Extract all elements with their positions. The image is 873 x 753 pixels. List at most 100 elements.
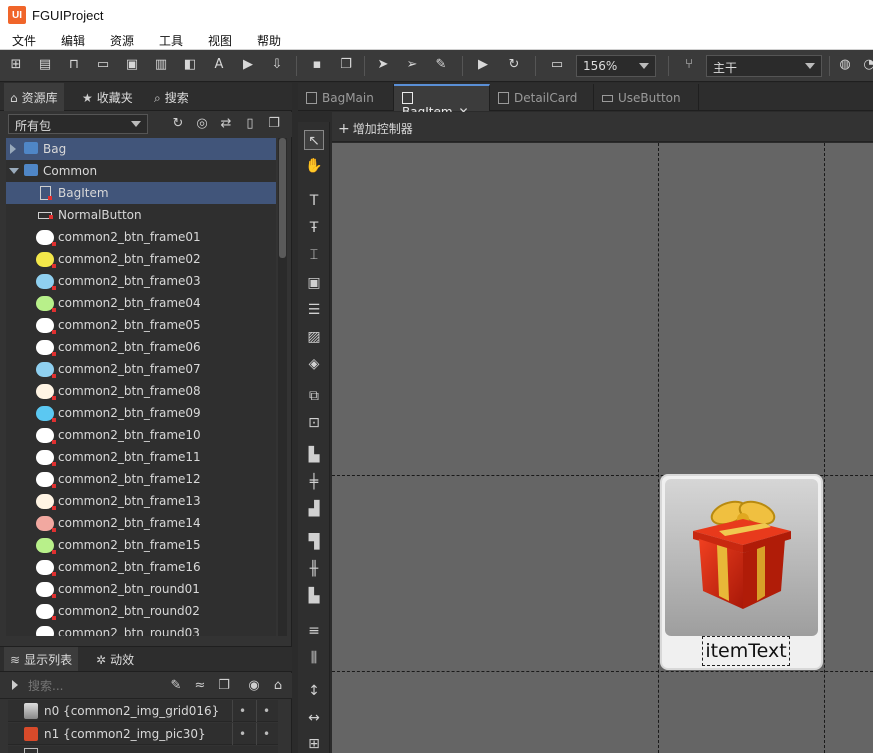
add-controller-button[interactable]: + 增加控制器 bbox=[338, 120, 413, 137]
item-text-label[interactable]: itemText bbox=[702, 636, 790, 666]
tab-display-list[interactable]: ≋ 显示列表 bbox=[4, 647, 79, 671]
tab-search[interactable]: ⌕ 搜索 bbox=[148, 83, 195, 111]
new-movieclip-icon[interactable]: ▶ bbox=[241, 58, 255, 72]
tree-item-image[interactable]: common2_btn_frame04 bbox=[6, 292, 276, 314]
3d-tool-icon[interactable]: ◈ bbox=[304, 354, 324, 374]
tree-item-image[interactable]: common2_btn_frame12 bbox=[6, 468, 276, 490]
tree-scrollbar[interactable] bbox=[278, 138, 287, 636]
tree-folder-common[interactable]: Common bbox=[6, 160, 276, 182]
visibility-dot[interactable]: • bbox=[232, 700, 252, 722]
tree-item-image[interactable]: common2_btn_frame08 bbox=[6, 380, 276, 402]
refresh-icon[interactable]: ↻ bbox=[170, 116, 186, 132]
tab-bagitem[interactable]: BagItem✕ bbox=[394, 84, 490, 119]
publish-settings-icon[interactable]: ✎ bbox=[434, 58, 448, 72]
lock-dot[interactable]: • bbox=[256, 723, 276, 745]
globe-icon[interactable]: ◍ bbox=[838, 58, 852, 72]
tab-usebutton[interactable]: UseButton bbox=[594, 84, 699, 111]
publish-icon[interactable]: ➤ bbox=[376, 58, 390, 72]
zoom-select[interactable]: 156% bbox=[576, 55, 656, 77]
chevron-right-icon[interactable] bbox=[10, 144, 16, 154]
display-list-item[interactable]: n0 {common2_img_grid016} • • bbox=[8, 700, 278, 722]
more-icon[interactable]: ◔ bbox=[862, 58, 873, 72]
list-tool-icon[interactable]: ☰ bbox=[304, 300, 324, 320]
tree-item-image[interactable]: common2_btn_frame14 bbox=[6, 512, 276, 534]
display-list-item[interactable]: n1 {common2_img_pic30} • • bbox=[8, 723, 278, 745]
run-icon[interactable]: ▶ bbox=[476, 58, 490, 72]
tree-folder-bag[interactable]: Bag bbox=[6, 138, 276, 160]
menu-file[interactable]: 文件 bbox=[12, 32, 36, 49]
design-canvas[interactable]: itemText bbox=[332, 143, 873, 753]
same-height-icon[interactable]: ↕ bbox=[304, 681, 324, 701]
locate-icon[interactable]: ◎ bbox=[194, 116, 210, 132]
tree-item-image[interactable]: common2_btn_frame16 bbox=[6, 556, 276, 578]
tree-item-bagitem[interactable]: BagItem bbox=[6, 182, 276, 204]
tree-item-image[interactable]: common2_btn_frame02 bbox=[6, 248, 276, 270]
visibility-dot[interactable]: • bbox=[232, 723, 252, 745]
tree-item-image[interactable]: common2_btn_frame09 bbox=[6, 402, 276, 424]
align-center-icon[interactable]: ╪ bbox=[304, 472, 324, 492]
text-tool-icon[interactable]: T bbox=[304, 191, 324, 211]
new-package-icon[interactable]: ⊞ bbox=[9, 58, 23, 72]
scrollbar-thumb[interactable] bbox=[279, 138, 286, 258]
align-top-icon[interactable]: ▜ bbox=[304, 532, 324, 552]
select-tool-icon[interactable]: ↖ bbox=[304, 130, 324, 150]
save-icon[interactable]: ▪ bbox=[310, 58, 324, 72]
branch-icon[interactable]: ⑂ bbox=[682, 58, 696, 72]
input-text-tool-icon[interactable]: ⌶ bbox=[304, 245, 324, 265]
branch-select[interactable]: 主干 bbox=[706, 55, 822, 77]
tree-item-normalbutton[interactable]: NormalButton bbox=[6, 204, 276, 226]
tree-item-image[interactable]: common2_btn_frame10 bbox=[6, 424, 276, 446]
menu-assets[interactable]: 资源 bbox=[110, 32, 134, 49]
align-left-icon[interactable]: ▙ bbox=[304, 445, 324, 465]
edit-icon[interactable]: ✎ bbox=[168, 678, 184, 694]
same-width-icon[interactable]: ↔ bbox=[304, 708, 324, 728]
tab-effects[interactable]: ✲ 动效 bbox=[90, 647, 140, 671]
save-all-icon[interactable]: ❐ bbox=[339, 58, 353, 72]
tree-item-image[interactable]: common2_btn_round02 bbox=[6, 600, 276, 622]
transform-tool-icon[interactable]: ⊡ bbox=[304, 413, 324, 433]
screen-icon[interactable]: ▭ bbox=[550, 58, 564, 72]
tree-item-image[interactable]: common2_btn_round03 bbox=[6, 622, 276, 636]
refresh-icon[interactable]: ↻ bbox=[507, 58, 521, 72]
lock-icon[interactable]: ⌂ bbox=[270, 678, 286, 694]
tree-item-image[interactable]: common2_btn_frame07 bbox=[6, 358, 276, 380]
image-tool-icon[interactable]: ▣ bbox=[304, 273, 324, 293]
eye-icon[interactable]: ◉ bbox=[246, 678, 262, 694]
import-icon[interactable]: ⇩ bbox=[270, 58, 284, 72]
bag-item-component[interactable]: itemText bbox=[660, 474, 823, 670]
tree-item-image[interactable]: common2_btn_round01 bbox=[6, 578, 276, 600]
new-combobox-icon[interactable]: ▣ bbox=[125, 58, 139, 72]
lock-dot[interactable]: • bbox=[256, 700, 276, 722]
distribute-vertical-icon[interactable]: ≡ bbox=[304, 621, 324, 641]
menu-view[interactable]: 视图 bbox=[208, 32, 232, 49]
package-select[interactable]: 所有包 bbox=[8, 114, 148, 134]
rich-text-tool-icon[interactable]: Ŧ bbox=[304, 218, 324, 238]
new-label-icon[interactable]: A bbox=[212, 58, 226, 72]
group-tool-icon[interactable]: ⧉ bbox=[304, 386, 324, 406]
tree-item-image[interactable]: common2_btn_frame15 bbox=[6, 534, 276, 556]
new-button-icon[interactable]: ▭ bbox=[96, 58, 110, 72]
align-bottom-icon[interactable]: ▙ bbox=[304, 586, 324, 606]
swap-icon[interactable]: ⇄ bbox=[218, 116, 234, 132]
new-slider-icon[interactable]: ◧ bbox=[183, 58, 197, 72]
align-right-icon[interactable]: ▟ bbox=[304, 499, 324, 519]
tree-item-image[interactable]: common2_btn_frame03 bbox=[6, 270, 276, 292]
hand-tool-icon[interactable]: ✋ bbox=[304, 156, 324, 176]
tab-detailcard[interactable]: DetailCard bbox=[490, 84, 594, 111]
distribute-horizontal-icon[interactable]: ⫼ bbox=[304, 648, 324, 668]
tree-item-image[interactable]: common2_btn_frame13 bbox=[6, 490, 276, 512]
tree-item-image[interactable]: common2_btn_frame05 bbox=[6, 314, 276, 336]
grid-icon[interactable]: ⊞ bbox=[304, 734, 324, 753]
new-progress-icon[interactable]: ▥ bbox=[154, 58, 168, 72]
display-list-search-input[interactable] bbox=[28, 675, 158, 697]
expand-arrow-icon[interactable] bbox=[12, 680, 18, 690]
tree-item-image[interactable]: common2_btn_frame06 bbox=[6, 336, 276, 358]
tree-item-image[interactable]: common2_btn_frame01 bbox=[6, 226, 276, 248]
align-middle-icon[interactable]: ╫ bbox=[304, 559, 324, 579]
copy-icon[interactable]: ❐ bbox=[216, 678, 232, 694]
hide-icon[interactable]: ≈ bbox=[192, 678, 208, 694]
tree-item-image[interactable]: common2_btn_frame11 bbox=[6, 446, 276, 468]
graph-tool-icon[interactable]: ▨ bbox=[304, 327, 324, 347]
menu-tools[interactable]: 工具 bbox=[159, 32, 183, 49]
tab-favorites[interactable]: ★ 收藏夹 bbox=[76, 83, 139, 111]
